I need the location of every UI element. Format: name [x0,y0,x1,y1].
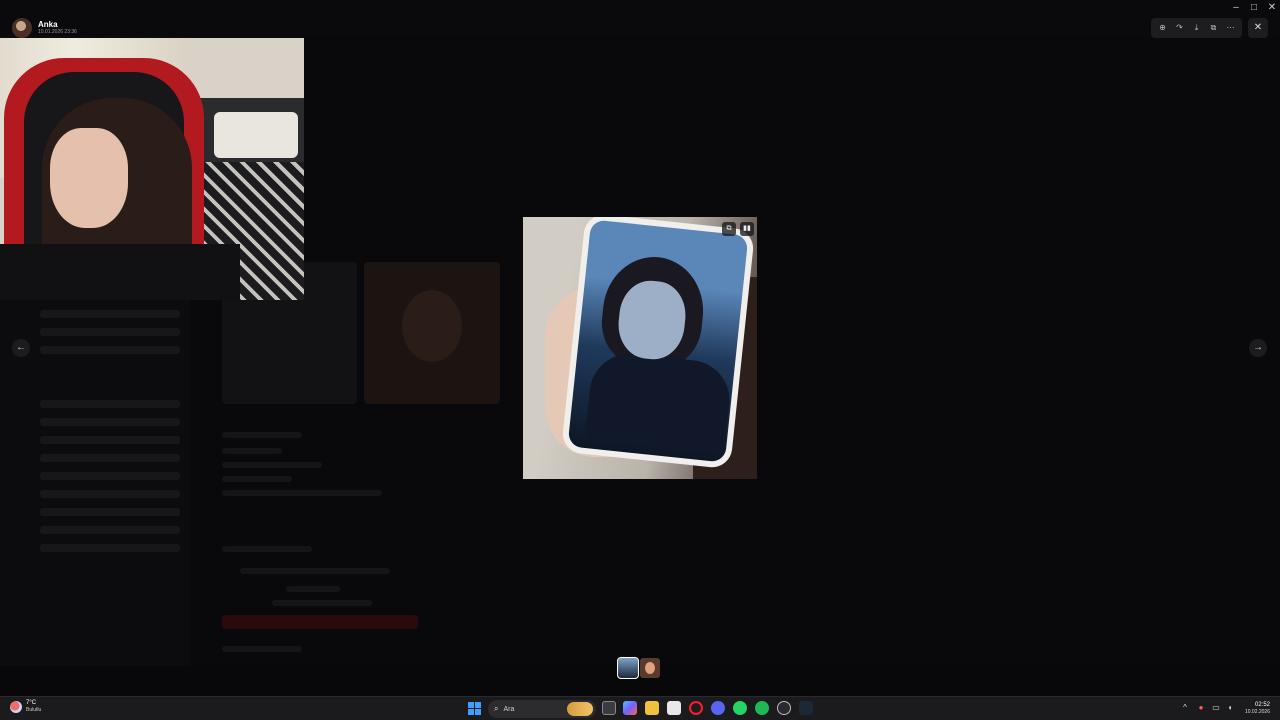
media-viewer-toolbar: ⊕ ↷ ⤓ ⧉ ⋯ [1151,18,1242,38]
background-text-line [222,490,382,496]
system-clock[interactable]: 02:52 10.02.2026 [1238,701,1270,716]
background-text-line [222,462,322,468]
thumbnail-active[interactable] [617,657,639,679]
window-titlebar: – □ ✕ [0,0,1280,16]
spotify-icon[interactable] [755,701,769,715]
forward-icon[interactable]: ↷ [1173,21,1187,35]
background-text-line [272,600,372,606]
close-window-button[interactable]: ✕ [1262,2,1280,14]
weather-icon [10,700,22,713]
thumbnail[interactable] [640,658,660,678]
whatsapp-icon[interactable] [733,701,747,715]
viewed-image[interactable]: ⧉ ▮▮ [523,217,757,479]
uploader-header: Anka 10.01.2026 23:36 [12,18,77,38]
opera-gx-icon[interactable] [689,701,703,715]
gif-indicator-icon[interactable]: ▮▮ [740,222,754,236]
weather-widget[interactable]: 7°C Bulutlu [10,700,41,713]
background-channel-item [40,346,180,354]
task-view-icon[interactable] [602,701,616,715]
discord-icon[interactable] [711,701,725,715]
search-icon: ⌕ [494,704,499,713]
background-channel-item [40,418,180,426]
taskbar-search[interactable]: ⌕ Ara [488,700,596,718]
avatar[interactable] [12,18,32,38]
previous-image-button[interactable]: ← [12,339,30,357]
windows-taskbar: 7°C Bulutlu ⌕ Ara ^ ● ▭ ◖ 02:52 10.02.20… [0,696,1280,720]
search-highlight-icon [567,702,593,716]
background-text-line [286,586,340,592]
background-text-line [240,568,390,574]
background-channel-item [40,544,180,552]
background-channel-item [40,490,180,498]
background-channel-item [40,526,180,534]
weather-condition: Bulutlu [26,707,42,713]
uploader-info: Anka 10.01.2026 23:36 [38,20,77,36]
download-icon[interactable]: ⤓ [1190,21,1204,35]
weather-temperature: 7°C [26,700,37,706]
background-text-line [222,432,302,438]
background-channel-item [40,400,180,408]
uploader-name[interactable]: Anka [38,20,77,29]
background-channel-item [40,310,180,318]
microsoft-store-icon[interactable] [667,701,681,715]
open-external-icon[interactable]: ⧉ [1207,21,1221,35]
background-channel-item [40,454,180,462]
background-attachment-2 [364,262,500,404]
obs-icon[interactable] [777,701,791,715]
more-icon[interactable]: ⋯ [1224,21,1238,35]
next-image-button[interactable]: → [1249,339,1267,357]
steam-icon[interactable] [799,701,813,715]
webcam-overlay [0,38,304,300]
chevron-up-icon[interactable]: ^ [1180,703,1190,713]
background-text-line [222,546,312,552]
network-icon[interactable]: ▭ [1211,703,1221,713]
maximize-window-button[interactable]: □ [1244,2,1264,14]
clock-date: 10.02.2026 [1244,709,1270,715]
background-channel-item [40,508,180,516]
background-red-button [222,615,418,629]
windows-start-icon[interactable] [468,702,481,715]
file-explorer-icon[interactable] [645,701,659,715]
upload-timestamp: 10.01.2026 23:36 [38,29,77,35]
copilot-icon[interactable] [623,701,637,715]
background-text-line [222,646,302,652]
microphone-icon[interactable]: ● [1196,703,1206,713]
clock-time: 02:52 [1254,702,1270,708]
thumbnail-strip [617,657,660,679]
background-channel-item [40,472,180,480]
zoom-in-icon[interactable]: ⊕ [1156,21,1170,35]
background-channel-item [40,328,180,336]
background-text-line [222,448,282,454]
close-viewer-button[interactable]: ✕ [1248,18,1268,38]
open-original-icon[interactable]: ⧉ [722,222,736,236]
search-placeholder: Ara [503,705,515,713]
minimize-window-button[interactable]: – [1226,2,1246,14]
volume-icon[interactable]: ◖ [1225,703,1235,713]
background-text-line [222,476,292,482]
background-channel-item [40,436,180,444]
